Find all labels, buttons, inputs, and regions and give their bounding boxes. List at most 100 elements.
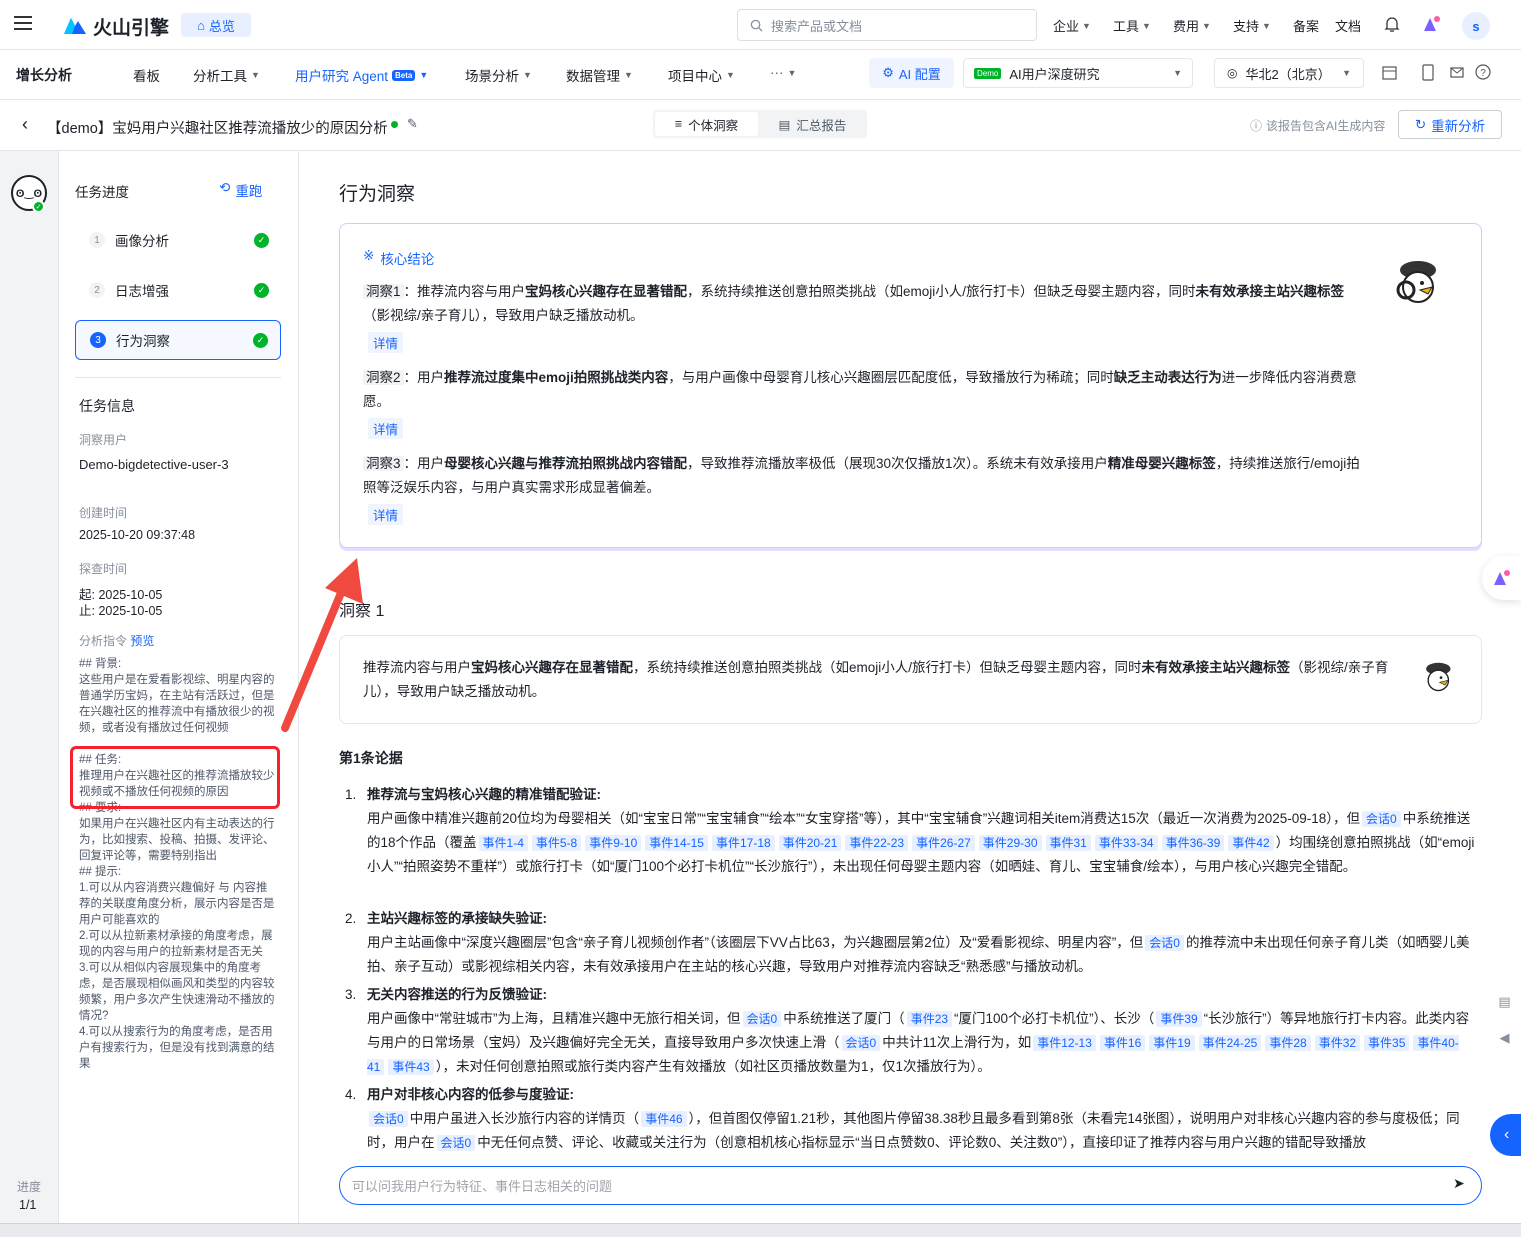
nav-analysis-tools[interactable]: 分析工具 ▼ xyxy=(193,65,260,85)
section-title: 行为洞察 xyxy=(339,184,416,205)
nav-scene-analysis[interactable]: 场景分析 ▼ xyxy=(465,65,532,85)
send-icon[interactable]: ➤ xyxy=(1453,1175,1465,1192)
insight-3: 洞察3 ：用户母婴核心兴趣与推荐流拍照挑战内容错配，导致推荐流播放率极低（展现30… xyxy=(363,456,1360,495)
check-icon: ✓ xyxy=(32,200,45,213)
event-link[interactable]: 事件19 xyxy=(1149,1035,1195,1051)
edit-icon[interactable]: ✎ xyxy=(407,116,418,132)
ai-float-button[interactable] xyxy=(1482,556,1521,600)
beta-badge: Beta xyxy=(392,69,416,81)
refresh-icon: ↻ xyxy=(1414,116,1427,132)
nav-filing[interactable]: 备案 xyxy=(1293,16,1319,35)
event-link[interactable]: 事件24-25 xyxy=(1198,1035,1262,1051)
instruction-background: ## 背景: 这些用户是在爱看影视综、明星内容的普通学历宝妈，在主站有活跃过，但… xyxy=(79,658,275,734)
event-link[interactable]: 事件39 xyxy=(1156,1011,1202,1027)
insight-1-detail-link[interactable]: 详情 xyxy=(368,332,404,353)
document-tool-icon[interactable]: ▤ xyxy=(1488,985,1521,1019)
user-label: 洞察用户 xyxy=(79,433,128,447)
event-link[interactable]: 事件22-23 xyxy=(845,835,909,851)
nav-dashboard[interactable]: 看板 xyxy=(133,65,160,85)
event-link[interactable]: 事件20-21 xyxy=(778,835,842,851)
chevron-down-icon: ▼ xyxy=(1082,20,1091,31)
event-link[interactable]: 事件32 xyxy=(1314,1035,1361,1051)
chevron-down-icon: ▼ xyxy=(523,70,532,80)
event-link[interactable]: 事件33-34 xyxy=(1094,835,1158,851)
event-link[interactable]: 事件42 xyxy=(1228,835,1274,851)
logo-text[interactable]: 火山引擎 xyxy=(93,13,169,40)
event-link[interactable]: 事件26-27 xyxy=(912,835,975,851)
menu-icon[interactable] xyxy=(14,16,32,30)
product-name: 增长分析 xyxy=(16,67,72,83)
search-input[interactable]: 搜索产品或文档 xyxy=(737,9,1037,41)
event-link[interactable]: 事件9-10 xyxy=(585,835,642,851)
nav-more[interactable]: ··· ▼ xyxy=(770,65,796,80)
home-label: 总览 xyxy=(208,18,235,34)
event-link[interactable]: 事件43 xyxy=(388,1059,434,1075)
insight-3-detail-link[interactable]: 详情 xyxy=(368,504,404,525)
bell-icon[interactable] xyxy=(1384,16,1400,33)
view-tabs: ≡ 个体洞察 ▤ 汇总报告 xyxy=(653,110,867,138)
home-button[interactable]: ⌂ 总览 xyxy=(181,13,251,37)
nav-enterprise[interactable]: 企业 ▼ xyxy=(1053,16,1091,35)
project-select[interactable]: Demo AI用户深度研究 ▼ xyxy=(963,58,1193,88)
session-link[interactable]: 会话0 xyxy=(841,1035,881,1051)
event-link[interactable]: 事件5-8 xyxy=(531,835,582,851)
nav-user-research-agent[interactable]: 用户研究 Agent Beta ▼ xyxy=(295,65,428,85)
nav-docs[interactable]: 文档 xyxy=(1335,16,1361,35)
avatar[interactable]: s xyxy=(1462,12,1490,40)
nav-project-center[interactable]: 项目中心 ▼ xyxy=(668,65,735,85)
event-link[interactable]: 事件31 xyxy=(1045,835,1091,851)
search-placeholder: 搜索产品或文档 xyxy=(771,18,863,34)
session-link[interactable]: 会话0 xyxy=(436,1135,476,1151)
evidence-item-3: 3. 无关内容推送的行为反馈验证: 用户画像中“常驻城市”为上海，且精准兴趣中无… xyxy=(345,987,1470,1075)
event-link[interactable]: 事件1-4 xyxy=(478,835,528,851)
evidence-4-clip: 4. 用户对非核心内容的低参与度验证: 会话0 中用户虽进入长沙旅行内容的详情页（… xyxy=(300,1083,1521,1156)
ai-config-button[interactable]: ⚙ AI 配置 xyxy=(869,58,954,88)
session-link[interactable]: 会话0 xyxy=(369,1111,408,1127)
nav-tools[interactable]: 工具 ▼ xyxy=(1113,16,1151,35)
nav-support[interactable]: 支持 ▼ xyxy=(1233,16,1271,35)
core-title: ※ 核心结论 xyxy=(363,248,435,267)
mail-icon[interactable] xyxy=(1450,67,1464,78)
volcano-logo-icon[interactable] xyxy=(62,13,88,35)
event-link[interactable]: 事件16 xyxy=(1099,1035,1146,1051)
mobile-icon[interactable] xyxy=(1422,64,1434,81)
event-link[interactable]: 事件46 xyxy=(641,1111,687,1127)
insight-2-detail-link[interactable]: 详情 xyxy=(368,418,404,439)
tab-individual[interactable]: ≡ 个体洞察 xyxy=(655,112,758,136)
step-log[interactable]: 2 日志增强 ✓ xyxy=(75,270,281,310)
step-behavior[interactable]: 3 行为洞察 ✓ xyxy=(75,320,281,360)
session-link[interactable]: 会话0 xyxy=(742,1011,782,1027)
session-link[interactable]: 会话0 xyxy=(1145,935,1184,951)
chevron-down-icon: ▼ xyxy=(1202,20,1211,31)
event-link[interactable]: 事件36-39 xyxy=(1161,835,1225,851)
calendar-icon[interactable] xyxy=(1382,66,1397,80)
session-link[interactable]: 会话0 xyxy=(1362,811,1401,827)
regenerate-button[interactable]: ↻ 重新分析 xyxy=(1398,110,1502,139)
event-link[interactable]: 事件14-15 xyxy=(645,835,708,851)
ai-assistant-icon[interactable] xyxy=(1422,14,1442,34)
sparkle-icon: ※ xyxy=(363,248,375,263)
preview-link[interactable]: 预览 xyxy=(130,634,154,648)
chevron-down-icon: ▼ xyxy=(1342,68,1351,78)
nav-billing[interactable]: 费用 ▼ xyxy=(1173,16,1211,35)
chat-input[interactable]: 可以问我用户行为特征、事件日志相关的问题 xyxy=(339,1166,1482,1205)
back-arrow-icon[interactable]: ‹ xyxy=(22,114,28,135)
rerun-button[interactable]: ⟲ 重跑 xyxy=(219,180,262,200)
event-link[interactable]: 事件23 xyxy=(906,1011,953,1027)
ai-notice: ⓘ 该报告包含AI生成内容 xyxy=(1250,119,1386,133)
region-select[interactable]: ◎ 华北2（北京） ▼ xyxy=(1214,58,1364,88)
insight-2: 洞察2 ：用户推荐流过度集中emoji拍照挑战类内容，与用户画像中母婴育儿核心兴趣… xyxy=(363,370,1357,409)
progress-title: 任务进度 xyxy=(75,185,129,200)
progress-label: 进度 xyxy=(17,1180,42,1194)
event-link[interactable]: 事件12-13 xyxy=(1033,1035,1096,1051)
user-value: Demo-bigdetective-user-3 xyxy=(79,457,229,472)
nav-data-management[interactable]: 数据管理 ▼ xyxy=(566,65,633,85)
step-profile[interactable]: 1 画像分析 ✓ xyxy=(75,220,281,260)
tab-summary[interactable]: ▤ 汇总报告 xyxy=(760,112,865,136)
event-link[interactable]: 事件35 xyxy=(1364,1035,1410,1051)
event-link[interactable]: 事件29-30 xyxy=(978,835,1042,851)
help-icon[interactable]: ? xyxy=(1475,64,1491,80)
event-link[interactable]: 事件28 xyxy=(1265,1035,1311,1051)
chevron-left-icon[interactable]: ◀ xyxy=(1488,1021,1521,1055)
event-link[interactable]: 事件17-18 xyxy=(711,835,775,851)
